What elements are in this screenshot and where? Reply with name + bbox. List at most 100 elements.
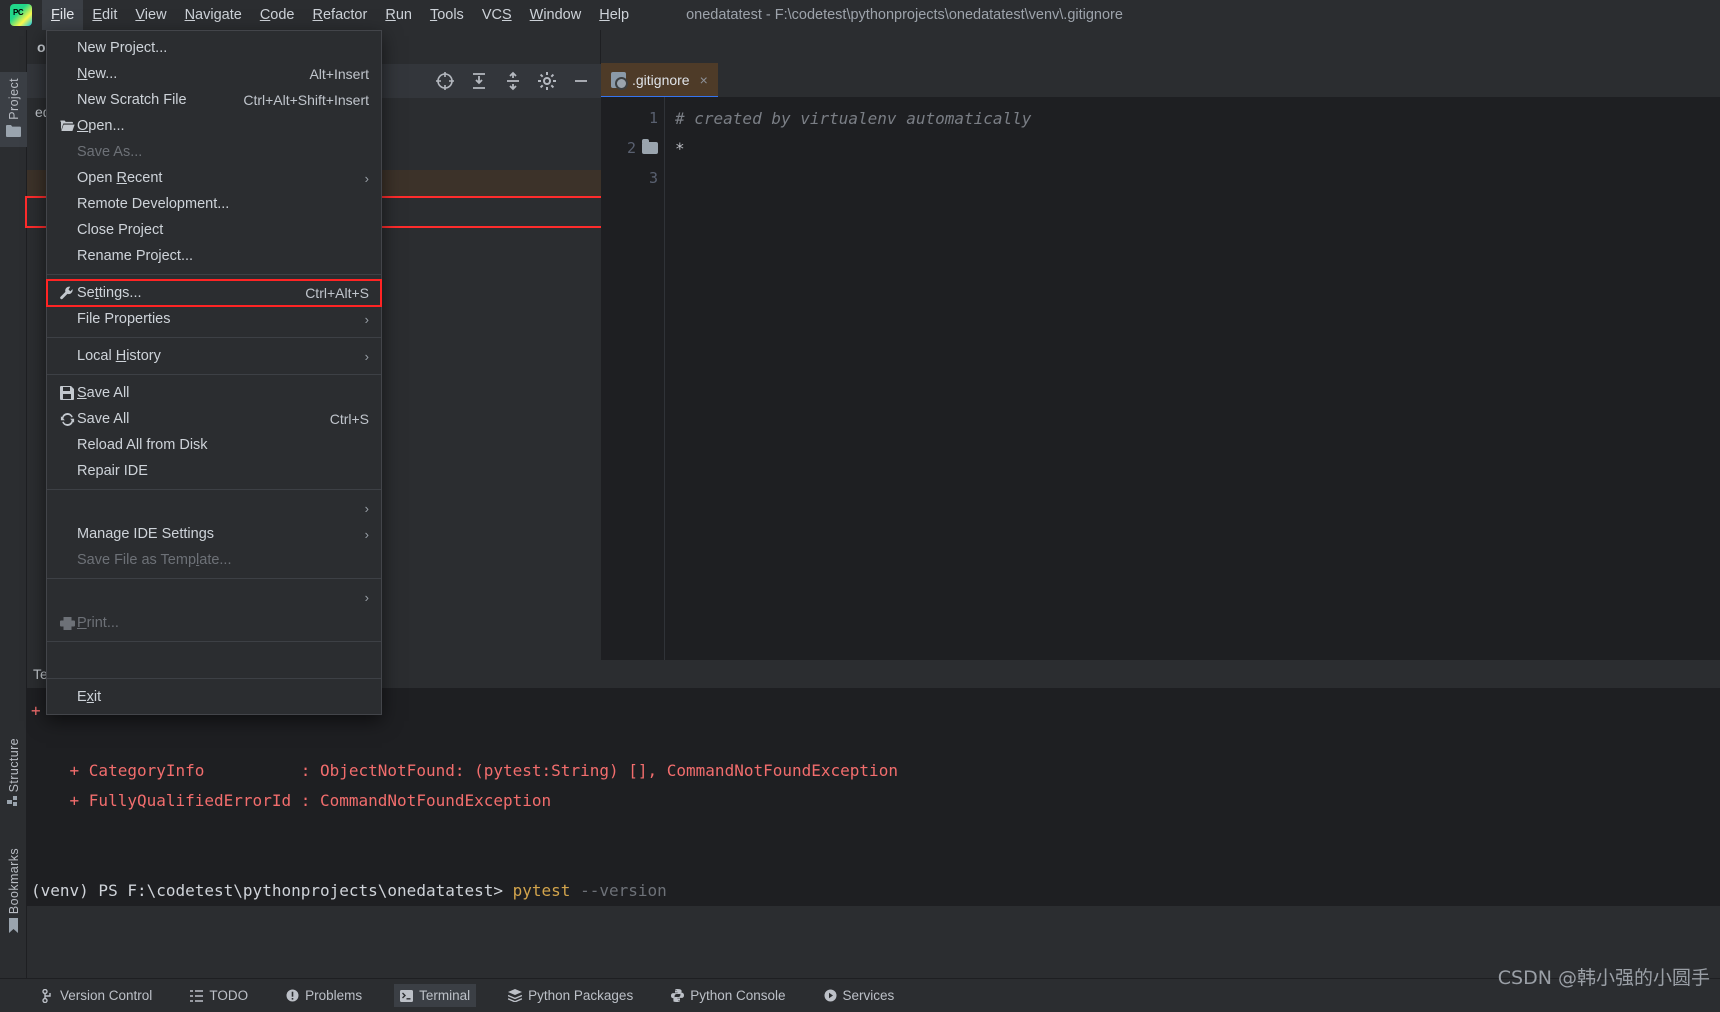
refresh-icon <box>57 412 77 427</box>
editor-tab-gitignore[interactable]: .gitignore × <box>601 63 718 99</box>
tool-window-bookmarks-label: Bookmarks <box>6 848 21 915</box>
menu-item-label: Manage IDE Settings <box>77 526 215 542</box>
menu-item-label: New... <box>77 66 118 82</box>
terminal-output[interactable]: + ~~~~~~ + CategoryInfo : ObjectNotFound… <box>27 688 1720 906</box>
menu-separator <box>47 578 381 579</box>
code-lines: # created by virtualenv automatically * <box>665 97 1720 660</box>
menu-navigate[interactable]: Navigate <box>176 0 251 30</box>
menu-view[interactable]: View <box>126 0 175 30</box>
menu-item-power-save-mode[interactable] <box>47 647 381 673</box>
menu-item-label: Save All <box>77 385 130 401</box>
menu-edit[interactable]: Edit <box>83 0 126 30</box>
tool-window-button-project[interactable]: Project <box>0 72 27 147</box>
menu-file[interactable]: File <box>42 0 84 30</box>
status-item-terminal[interactable]: Terminal <box>394 984 477 1007</box>
menu-item-new-project[interactable]: New Project... <box>47 35 381 61</box>
expand-all-icon[interactable] <box>469 71 489 91</box>
terminal-command-arg: --version <box>570 881 667 900</box>
line-number: 1 <box>648 109 658 127</box>
menu-item-label: Save File as Template... <box>77 552 232 568</box>
menu-item-invalidate-caches[interactable]: Repair IDE <box>47 458 381 484</box>
menu-item-print: Print... <box>47 610 381 636</box>
menu-separator <box>47 274 381 275</box>
menu-separator <box>47 337 381 338</box>
menu-item-manage-ide-settings[interactable]: › <box>47 495 381 521</box>
close-icon[interactable]: × <box>700 72 708 88</box>
menu-separator <box>47 374 381 375</box>
minimize-icon[interactable] <box>571 71 591 91</box>
status-item-version-control[interactable]: Version Control <box>36 984 158 1007</box>
menu-item-remote-development[interactable]: Remote Development... <box>47 191 381 217</box>
warning-icon <box>286 989 299 1002</box>
pycharm-window: File Edit View Navigate Code Refactor Ru… <box>0 0 1720 1012</box>
menu-item-exit[interactable]: Exit <box>47 684 381 710</box>
menu-item-reload-all-from-disk[interactable]: Save All Ctrl+S <box>47 406 381 432</box>
printer-icon <box>57 616 77 630</box>
menu-item-open-recent[interactable]: Open Recent › <box>47 165 381 191</box>
code-editor[interactable]: 1 2 3 # created by virtualenv automatica… <box>601 97 1720 660</box>
menu-item-label: Reload All from Disk <box>77 437 208 453</box>
menu-item-open[interactable]: Open... <box>47 113 381 139</box>
chevron-right-icon: › <box>364 526 369 542</box>
menu-item-label: Repair IDE <box>77 463 148 479</box>
menu-item-new-scratch-file[interactable]: New Scratch File Ctrl+Alt+Shift+Insert <box>47 87 381 113</box>
menu-separator <box>47 678 381 679</box>
gear-icon[interactable] <box>537 71 557 91</box>
menu-code[interactable]: Code <box>251 0 304 30</box>
menu-item-repair-ide[interactable]: Reload All from Disk <box>47 432 381 458</box>
tool-window-button-bookmarks[interactable]: Bookmarks <box>0 848 27 937</box>
python-icon <box>671 989 685 1002</box>
csdn-watermark: CSDN @韩小强的小圆手 <box>1497 967 1710 989</box>
window-title: onedatatest - F:\codetest\pythonprojects… <box>686 7 1123 23</box>
file-menu-dropdown: New Project... New... Alt+Insert New Scr… <box>46 30 382 715</box>
menu-item-label: New Project... <box>77 40 168 56</box>
menu-item-rename-project[interactable]: Rename Project... <box>47 243 381 269</box>
status-item-problems[interactable]: Problems <box>280 984 368 1007</box>
line-number-gutter: 1 2 3 <box>601 97 665 660</box>
status-item-label: Python Console <box>690 988 786 1003</box>
menu-separator <box>47 641 381 642</box>
menu-window[interactable]: Window <box>521 0 591 30</box>
status-item-python-packages[interactable]: Python Packages <box>502 984 639 1007</box>
menu-item-shortcut: Alt+Insert <box>309 66 369 82</box>
tool-window-project-label: Project <box>6 78 21 120</box>
chevron-right-icon: › <box>364 500 369 516</box>
menu-item-local-history[interactable]: Local History › <box>47 343 381 369</box>
menu-item-close-project[interactable]: Close Project <box>47 217 381 243</box>
status-bar: Version Control TODO Problems Terminal P… <box>0 978 1720 1012</box>
status-item-services[interactable]: Services <box>818 984 901 1007</box>
menu-item-label: New Scratch File <box>77 92 187 108</box>
menu-tools[interactable]: Tools <box>421 0 473 30</box>
wrench-icon <box>57 286 77 301</box>
collapse-all-icon[interactable] <box>503 71 523 91</box>
terminal-command: pytest <box>512 881 571 900</box>
menu-item-export[interactable]: › <box>47 584 381 610</box>
menu-refactor[interactable]: Refactor <box>304 0 377 30</box>
chevron-right-icon: › <box>364 170 369 186</box>
menu-item-settings[interactable]: Settings... Ctrl+Alt+S <box>46 279 382 307</box>
list-icon <box>190 989 204 1002</box>
menu-item-save-as: Save As... <box>47 139 381 165</box>
code-line: * <box>675 138 685 158</box>
menu-item-new[interactable]: New... Alt+Insert <box>47 61 381 87</box>
menu-item-label: Close Project <box>77 222 164 238</box>
status-item-python-console[interactable]: Python Console <box>665 984 791 1007</box>
menu-item-label: Remote Development... <box>77 196 230 212</box>
terminal-prompt: (venv) PS F:\codetest\pythonprojects\one… <box>31 881 513 900</box>
menu-item-label: Exit <box>77 689 102 705</box>
menu-help[interactable]: Help <box>590 0 638 30</box>
bookmark-icon <box>8 918 19 934</box>
status-item-todo[interactable]: TODO <box>184 984 254 1007</box>
menu-run[interactable]: Run <box>376 0 421 30</box>
menu-item-shortcut: Ctrl+Alt+S <box>305 285 369 301</box>
menu-item-label: File Properties <box>77 311 171 327</box>
folder-open-icon <box>57 120 77 132</box>
menu-item-new-projects-setup[interactable]: Manage IDE Settings › <box>47 521 381 547</box>
menu-vcs[interactable]: VCS <box>473 0 521 30</box>
menu-separator <box>47 489 381 490</box>
tool-window-button-structure[interactable]: Structure <box>0 738 27 812</box>
menu-item-save-all[interactable]: Save All <box>47 380 381 406</box>
menu-item-file-properties[interactable]: File Properties › <box>47 306 381 332</box>
locate-target-icon[interactable] <box>435 71 455 91</box>
code-line: # created by virtualenv automatically <box>675 108 1032 128</box>
